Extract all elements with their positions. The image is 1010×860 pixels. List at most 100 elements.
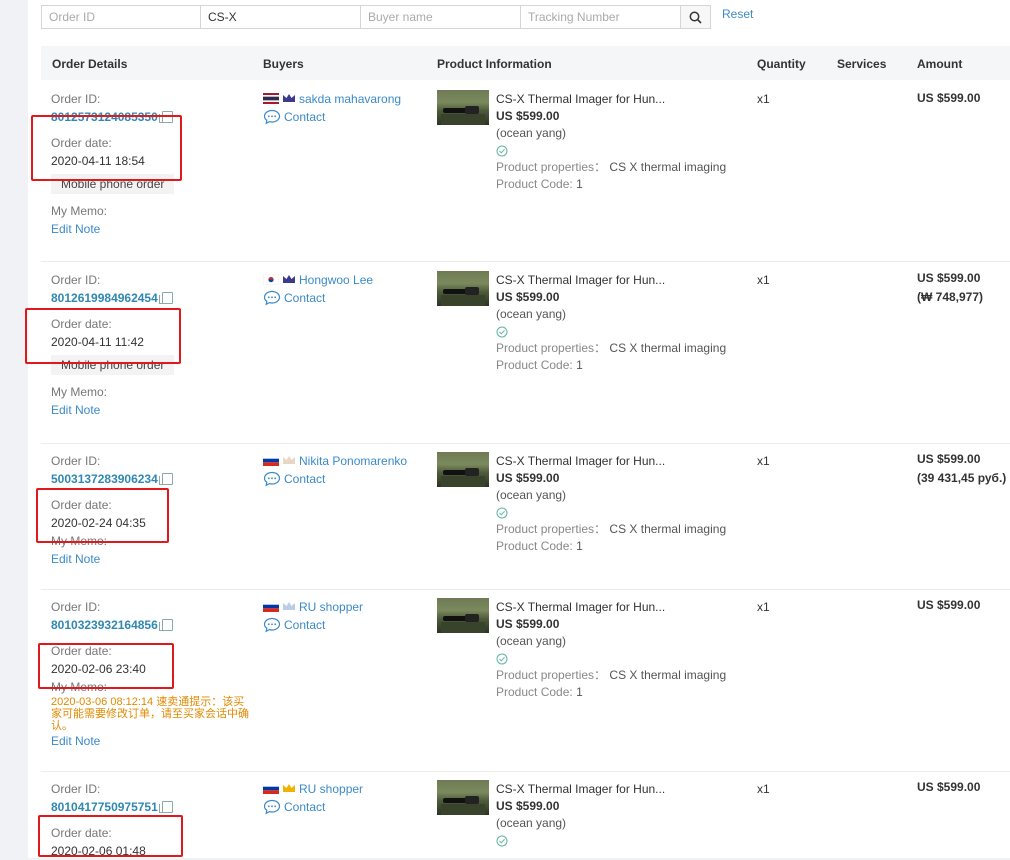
quantity-value: x1 (757, 454, 770, 468)
amount-local-currency: (39 431,45 руб.) (917, 471, 1007, 485)
buyer-cell: Hongwoo Lee Contact (263, 271, 373, 307)
product-title-link[interactable]: CS-X Thermal Imager for Hun... (496, 452, 796, 470)
product-price: US $599.00 (496, 109, 560, 123)
order-id-input[interactable] (41, 5, 201, 29)
product-thumbnail[interactable] (437, 452, 489, 487)
buyer-name-input[interactable] (361, 5, 521, 29)
order-id-value[interactable]: 5003137283906234 (51, 470, 158, 488)
props-label: Product properties： (496, 522, 607, 536)
quantity-value: x1 (757, 782, 770, 796)
buyer-name-link[interactable]: Nikita Ponomarenko (299, 454, 407, 468)
order-id-link[interactable]: 5003137283906234 (51, 470, 173, 488)
table-row: Order ID: 8010323932164856 Order date: 2… (41, 590, 1010, 772)
contact-label[interactable]: Contact (284, 108, 325, 126)
shield-check-icon (496, 507, 508, 518)
table-row: Order ID: 8012619984962454 Order date: 2… (41, 262, 1010, 444)
product-title-link[interactable]: CS-X Thermal Imager for Hun... (496, 598, 796, 616)
copy-icon[interactable] (158, 619, 173, 631)
props-label: Product properties： (496, 668, 607, 682)
product-info: CS-X Thermal Imager for Hun... US $599.0… (496, 271, 796, 374)
order-date-highlight-box (38, 815, 183, 857)
product-thumbnail[interactable] (437, 90, 489, 125)
russia-flag-icon (263, 601, 279, 612)
korea-flag-icon (263, 274, 279, 285)
amount-value: US $599.00 (917, 271, 981, 285)
copy-icon[interactable] (158, 473, 173, 485)
table-row: Order ID: 5003137283906234 Order date: 2… (41, 444, 1010, 590)
edit-note-link[interactable]: Edit Note (51, 220, 174, 238)
order-id-value[interactable]: 8010417750975751 (51, 798, 158, 816)
header-buyers: Buyers (263, 57, 304, 71)
contact-link[interactable]: Contact (263, 616, 363, 634)
amount-value: US $599.00 (917, 598, 981, 612)
product-thumbnail[interactable] (437, 271, 489, 306)
product-title-link[interactable]: CS-X Thermal Imager for Hun... (496, 90, 796, 108)
order-id-label: Order ID: (51, 782, 101, 796)
product-code-value: 1 (576, 358, 583, 372)
product-price: US $599.00 (496, 471, 560, 485)
contact-link[interactable]: Contact (263, 108, 401, 126)
tracking-number-input[interactable] (521, 5, 681, 29)
search-button[interactable] (681, 5, 711, 29)
copy-icon[interactable] (158, 292, 173, 304)
amount-cell: US $599.00 (917, 778, 980, 797)
product-info: CS-X Thermal Imager for Hun... US $599.0… (496, 598, 796, 701)
contact-link[interactable]: Contact (263, 798, 363, 816)
contact-label[interactable]: Contact (284, 289, 325, 307)
crown-icon (283, 275, 295, 283)
chat-bubble-icon (263, 617, 281, 633)
header-amount: Amount (917, 57, 963, 71)
contact-link[interactable]: Contact (263, 289, 373, 307)
buyer-cell: RU shopper Contact (263, 780, 363, 816)
russia-flag-icon (263, 455, 279, 466)
order-id-value[interactable]: 8010323932164856 (51, 616, 158, 634)
order-id-link[interactable]: 8010417750975751 (51, 798, 173, 816)
quantity-value: x1 (757, 92, 770, 106)
contact-link[interactable]: Contact (263, 470, 407, 488)
memo-label: My Memo: (51, 204, 108, 218)
crown-icon (283, 456, 295, 464)
order-id-link[interactable]: 8010323932164856 (51, 616, 251, 634)
order-id-value[interactable]: 8012619984962454 (51, 289, 158, 307)
edit-note-link[interactable]: Edit Note (51, 732, 251, 750)
order-id-label: Order ID: (51, 454, 101, 468)
copy-icon[interactable] (158, 801, 173, 813)
product-search-input[interactable] (201, 5, 361, 29)
product-title-link[interactable]: CS-X Thermal Imager for Hun... (496, 271, 796, 289)
edit-note-link[interactable]: Edit Note (51, 401, 174, 419)
product-thumbnail[interactable] (437, 780, 489, 815)
buyer-name-link[interactable]: sakda mahavarong (299, 92, 401, 106)
table-row: Order ID: 8012573124085350 Order date: 2… (41, 80, 1010, 262)
product-thumbnail[interactable] (437, 598, 489, 633)
order-date-highlight-box (25, 308, 181, 364)
search-bar: Reset (41, 5, 753, 29)
buyer-cell: sakda mahavarong Contact (263, 90, 401, 126)
chat-bubble-icon (263, 471, 281, 487)
amount-value: US $599.00 (917, 91, 981, 105)
buyer-name-link[interactable]: Hongwoo Lee (299, 273, 373, 287)
amount-value: US $599.00 (917, 780, 981, 794)
orders-panel: Reset Order Details Buyers Product Infor… (25, 0, 1010, 858)
crown-icon (283, 784, 295, 792)
product-title-link[interactable]: CS-X Thermal Imager for Hun... (496, 780, 796, 798)
order-id-link[interactable]: 8012619984962454 (51, 289, 174, 307)
order-id-label: Order ID: (51, 600, 101, 614)
buyer-name-link[interactable]: RU shopper (299, 600, 363, 614)
table-row: Order ID: 8010417750975751 Order date: 2… (41, 772, 1010, 858)
reset-link[interactable]: Reset (722, 7, 753, 21)
shield-check-icon (496, 326, 508, 337)
edit-note-link[interactable]: Edit Note (51, 550, 173, 568)
contact-label[interactable]: Contact (284, 616, 325, 634)
contact-label[interactable]: Contact (284, 470, 325, 488)
chat-bubble-icon (263, 290, 281, 306)
contact-label[interactable]: Contact (284, 798, 325, 816)
product-code-label: Product Code: (496, 685, 573, 699)
amount-cell: US $599.00 (917, 89, 980, 108)
amount-cell: US $599.00 (39 431,45 руб.) (917, 450, 1006, 488)
props-value: CS X thermal imaging (609, 341, 727, 355)
buyer-name-link[interactable]: RU shopper (299, 782, 363, 796)
crown-icon (283, 602, 295, 610)
product-seller: (ocean yang) (496, 126, 567, 140)
product-price: US $599.00 (496, 799, 560, 813)
buyer-cell: RU shopper Contact (263, 598, 363, 634)
